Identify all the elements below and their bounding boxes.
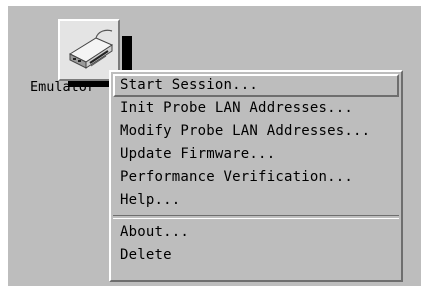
menu-item-modify-probe-lan-addresses[interactable]: Modify Probe LAN Addresses... bbox=[113, 120, 399, 143]
menu-item-start-session[interactable]: Start Session... bbox=[113, 74, 399, 97]
menu-item-performance-verification[interactable]: Performance Verification... bbox=[113, 166, 399, 189]
emulator-icon-label: Emulator bbox=[30, 79, 96, 95]
menu-item-about[interactable]: About... bbox=[113, 221, 399, 244]
desktop: Emulator Start Session... Init Probe LAN… bbox=[8, 6, 421, 286]
menu-item-init-probe-lan-addresses[interactable]: Init Probe LAN Addresses... bbox=[113, 97, 399, 120]
menu-item-delete[interactable]: Delete bbox=[113, 244, 399, 267]
menu-separator bbox=[113, 215, 399, 219]
menu-item-update-firmware[interactable]: Update Firmware... bbox=[113, 143, 399, 166]
context-menu: Start Session... Init Probe LAN Addresse… bbox=[109, 70, 403, 282]
menu-item-help[interactable]: Help... bbox=[113, 189, 399, 212]
